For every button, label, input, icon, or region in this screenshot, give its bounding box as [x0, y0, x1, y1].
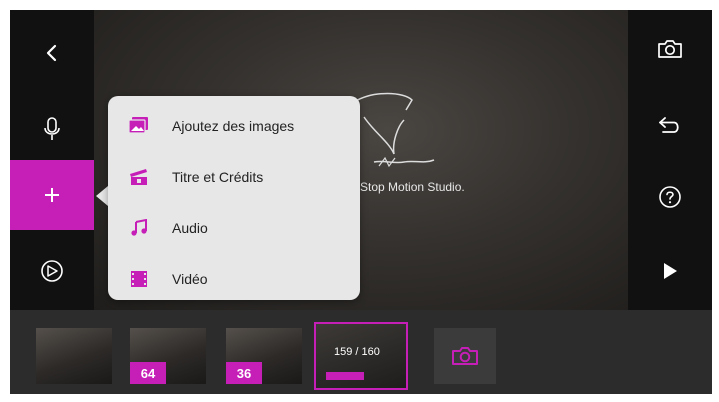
menu-item-titles[interactable]: Titre et Crédits [108, 152, 360, 202]
frame-thumbnail[interactable]: 36 [226, 328, 302, 384]
music-note-icon [128, 217, 150, 239]
microphone-icon [44, 117, 60, 140]
frame-counter-bar [326, 372, 364, 380]
camera-icon [658, 40, 682, 58]
title-clapper-icon [128, 166, 150, 188]
undo-icon [659, 117, 679, 133]
back-chevron-icon [46, 44, 57, 62]
undo-button[interactable] [628, 90, 712, 160]
preview-title: Stop Motion Studio. [360, 180, 465, 194]
add-button[interactable] [10, 160, 94, 230]
frame-counter: 159 / 160 [334, 346, 380, 358]
back-button[interactable] [10, 18, 94, 88]
microphone-button[interactable] [10, 94, 94, 164]
camera-button[interactable] [628, 14, 712, 84]
film-icon [128, 268, 150, 290]
menu-item-label: Titre et Crédits [172, 169, 264, 185]
menu-item-label: Ajoutez des images [172, 118, 295, 134]
menu-item-label: Vidéo [172, 271, 208, 287]
add-menu: Ajoutez des images Titre et Crédits Audi… [108, 96, 360, 300]
menu-item-video[interactable]: Vidéo [108, 254, 360, 304]
camera-icon [452, 347, 478, 365]
frame-count-badge: 36 [226, 362, 262, 384]
images-icon [128, 115, 150, 137]
help-icon [659, 186, 681, 208]
frame-thumbnail[interactable] [36, 328, 112, 384]
filmstrip: 64 36 159 / 160 [10, 310, 712, 394]
frame-count-badge: 64 [130, 362, 166, 384]
settings-wheel-icon [41, 260, 63, 282]
help-button[interactable] [628, 162, 712, 232]
play-icon [664, 263, 677, 279]
plus-icon [45, 188, 59, 202]
right-sidebar [628, 10, 712, 310]
frame-thumbnail[interactable]: 64 [130, 328, 206, 384]
menu-item-label: Audio [172, 220, 208, 236]
app-frame: Stop Motion Studio. Ajoutez des images T… [10, 10, 712, 394]
selected-frame-thumbnail[interactable]: 159 / 160 [314, 322, 408, 390]
menu-item-audio[interactable]: Audio [108, 203, 360, 253]
settings-button[interactable] [10, 236, 94, 306]
menu-item-add-images[interactable]: Ajoutez des images [108, 101, 360, 151]
play-button[interactable] [628, 236, 712, 306]
menu-pointer [96, 186, 108, 206]
left-sidebar [10, 10, 94, 310]
capture-frame-button[interactable] [434, 328, 496, 384]
